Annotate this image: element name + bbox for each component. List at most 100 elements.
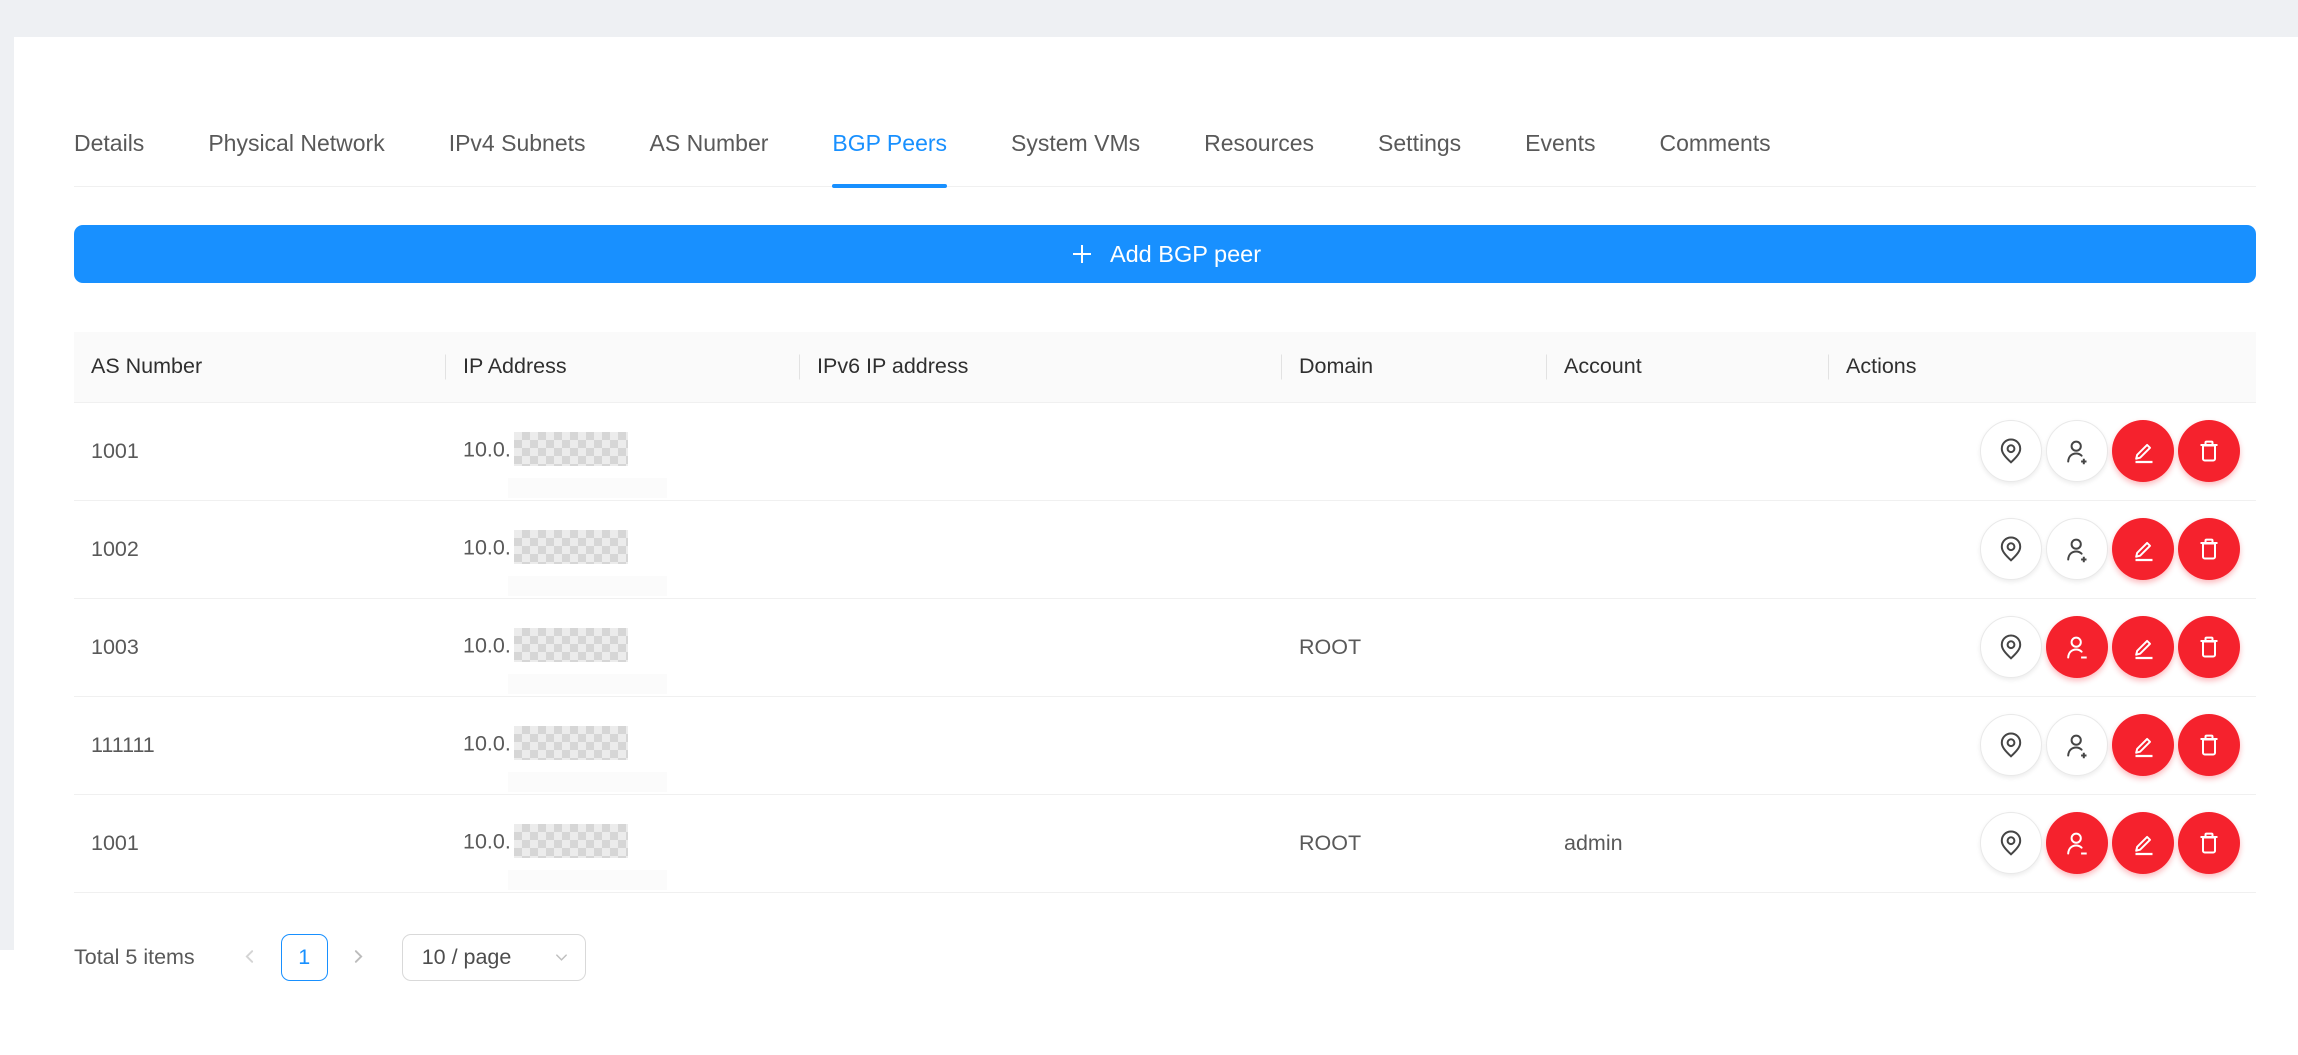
edit-pencil-icon bbox=[2128, 534, 2158, 564]
page-background-left-strip bbox=[0, 37, 14, 950]
delete-bgp-peer-button[interactable] bbox=[2178, 812, 2240, 874]
chevron-down-icon bbox=[554, 950, 569, 965]
dedicate-account-button[interactable] bbox=[2046, 714, 2108, 776]
user-add-icon bbox=[2062, 730, 2092, 760]
add-bgp-peer-label: Add BGP peer bbox=[1110, 241, 1261, 268]
cell-domain bbox=[1282, 500, 1547, 598]
user-add-icon bbox=[2062, 436, 2092, 466]
page-size-select[interactable]: 10 / page bbox=[402, 934, 586, 981]
edit-bgp-peer-button[interactable] bbox=[2112, 518, 2174, 580]
location-pin-button[interactable] bbox=[1980, 518, 2042, 580]
tab-events[interactable]: Events bbox=[1525, 117, 1595, 187]
edit-pencil-icon bbox=[2128, 632, 2158, 662]
cell-actions bbox=[1829, 402, 2256, 500]
environment-pin-icon bbox=[1996, 436, 2026, 466]
ip-prefix: 10.0. bbox=[463, 438, 511, 462]
tab-as-number[interactable]: AS Number bbox=[650, 117, 769, 187]
tab-details[interactable]: Details bbox=[74, 117, 144, 187]
dedicate-account-button[interactable] bbox=[2046, 420, 2108, 482]
cell-ip-address: 10.0. bbox=[446, 402, 800, 500]
ip-prefix: 10.0. bbox=[463, 634, 511, 658]
tab-bar: Details Physical Network IPv4 Subnets AS… bbox=[74, 117, 2256, 187]
edit-bgp-peer-button[interactable] bbox=[2112, 420, 2174, 482]
dedicate-account-button[interactable] bbox=[2046, 518, 2108, 580]
trash-icon bbox=[2194, 828, 2224, 858]
table-row: 1001 10.0. bbox=[74, 402, 2256, 500]
tab-system-vms[interactable]: System VMs bbox=[1011, 117, 1140, 187]
cell-ip-address: 10.0. bbox=[446, 794, 800, 892]
add-bgp-peer-button[interactable]: Add BGP peer bbox=[74, 225, 2256, 283]
bgp-peers-table: AS Number IP Address IPv6 IP address Dom… bbox=[74, 332, 2256, 893]
tab-settings[interactable]: Settings bbox=[1378, 117, 1461, 187]
bgp-peers-page: Details Physical Network IPv4 Subnets AS… bbox=[0, 0, 2298, 1055]
cell-ip-address: 10.0. bbox=[446, 696, 800, 794]
cell-as-number: 1003 bbox=[74, 598, 446, 696]
release-account-button[interactable] bbox=[2046, 616, 2108, 678]
delete-bgp-peer-button[interactable] bbox=[2178, 616, 2240, 678]
tab-comments[interactable]: Comments bbox=[1659, 117, 1770, 187]
edit-pencil-icon bbox=[2128, 436, 2158, 466]
cell-domain: ROOT bbox=[1282, 598, 1547, 696]
table-row: 1003 10.0. ROOT bbox=[74, 598, 2256, 696]
column-header-as-number: AS Number bbox=[74, 332, 446, 402]
release-account-button[interactable] bbox=[2046, 812, 2108, 874]
table-row: 1002 10.0. bbox=[74, 500, 2256, 598]
tab-ipv4-subnets[interactable]: IPv4 Subnets bbox=[449, 117, 586, 187]
cell-ip-address: 10.0. bbox=[446, 598, 800, 696]
location-pin-button[interactable] bbox=[1980, 714, 2042, 776]
chevron-left-icon bbox=[241, 948, 258, 968]
chevron-right-icon bbox=[350, 948, 367, 968]
delete-bgp-peer-button[interactable] bbox=[2178, 420, 2240, 482]
table-row: 1001 10.0. ROOT admin bbox=[74, 794, 2256, 892]
cell-domain bbox=[1282, 696, 1547, 794]
edit-bgp-peer-button[interactable] bbox=[2112, 812, 2174, 874]
cell-ipv6-address bbox=[800, 500, 1282, 598]
cell-domain bbox=[1282, 402, 1547, 500]
trash-icon bbox=[2194, 436, 2224, 466]
redacted-ip-blur bbox=[514, 628, 628, 662]
edit-bgp-peer-button[interactable] bbox=[2112, 714, 2174, 776]
cell-ipv6-address bbox=[800, 598, 1282, 696]
ip-prefix: 10.0. bbox=[463, 830, 511, 854]
tab-bgp-peers[interactable]: BGP Peers bbox=[832, 117, 947, 187]
tab-resources[interactable]: Resources bbox=[1204, 117, 1314, 187]
ip-prefix: 10.0. bbox=[463, 536, 511, 560]
cell-account: admin bbox=[1547, 794, 1829, 892]
edit-pencil-icon bbox=[2128, 730, 2158, 760]
cell-account bbox=[1547, 696, 1829, 794]
tab-physical-network[interactable]: Physical Network bbox=[208, 117, 384, 187]
trash-icon bbox=[2194, 534, 2224, 564]
redacted-ip-blur bbox=[514, 432, 628, 466]
prev-page-button[interactable] bbox=[233, 934, 267, 981]
page-1-button[interactable]: 1 bbox=[281, 934, 328, 981]
location-pin-button[interactable] bbox=[1980, 616, 2042, 678]
trash-icon bbox=[2194, 632, 2224, 662]
cell-actions bbox=[1829, 500, 2256, 598]
cell-as-number: 1002 bbox=[74, 500, 446, 598]
cell-domain: ROOT bbox=[1282, 794, 1547, 892]
environment-pin-icon bbox=[1996, 730, 2026, 760]
table-row: 111111 10.0. bbox=[74, 696, 2256, 794]
cell-actions bbox=[1829, 696, 2256, 794]
user-add-icon bbox=[2062, 534, 2092, 564]
column-header-ipv6-address: IPv6 IP address bbox=[800, 332, 1282, 402]
user-delete-icon bbox=[2062, 828, 2092, 858]
column-header-account: Account bbox=[1547, 332, 1829, 402]
delete-bgp-peer-button[interactable] bbox=[2178, 714, 2240, 776]
ip-prefix: 10.0. bbox=[463, 732, 511, 756]
table-header-row: AS Number IP Address IPv6 IP address Dom… bbox=[74, 332, 2256, 402]
next-page-button[interactable] bbox=[342, 934, 376, 981]
location-pin-button[interactable] bbox=[1980, 420, 2042, 482]
location-pin-button[interactable] bbox=[1980, 812, 2042, 874]
redacted-ip-blur bbox=[514, 824, 628, 858]
pagination: Total 5 items 1 10 / page bbox=[74, 930, 586, 985]
edit-bgp-peer-button[interactable] bbox=[2112, 616, 2174, 678]
delete-bgp-peer-button[interactable] bbox=[2178, 518, 2240, 580]
edit-pencil-icon bbox=[2128, 828, 2158, 858]
cell-ipv6-address bbox=[800, 402, 1282, 500]
column-header-ip-address: IP Address bbox=[446, 332, 800, 402]
cell-as-number: 1001 bbox=[74, 402, 446, 500]
column-header-actions: Actions bbox=[1829, 332, 2256, 402]
cell-as-number: 1001 bbox=[74, 794, 446, 892]
cell-actions bbox=[1829, 598, 2256, 696]
